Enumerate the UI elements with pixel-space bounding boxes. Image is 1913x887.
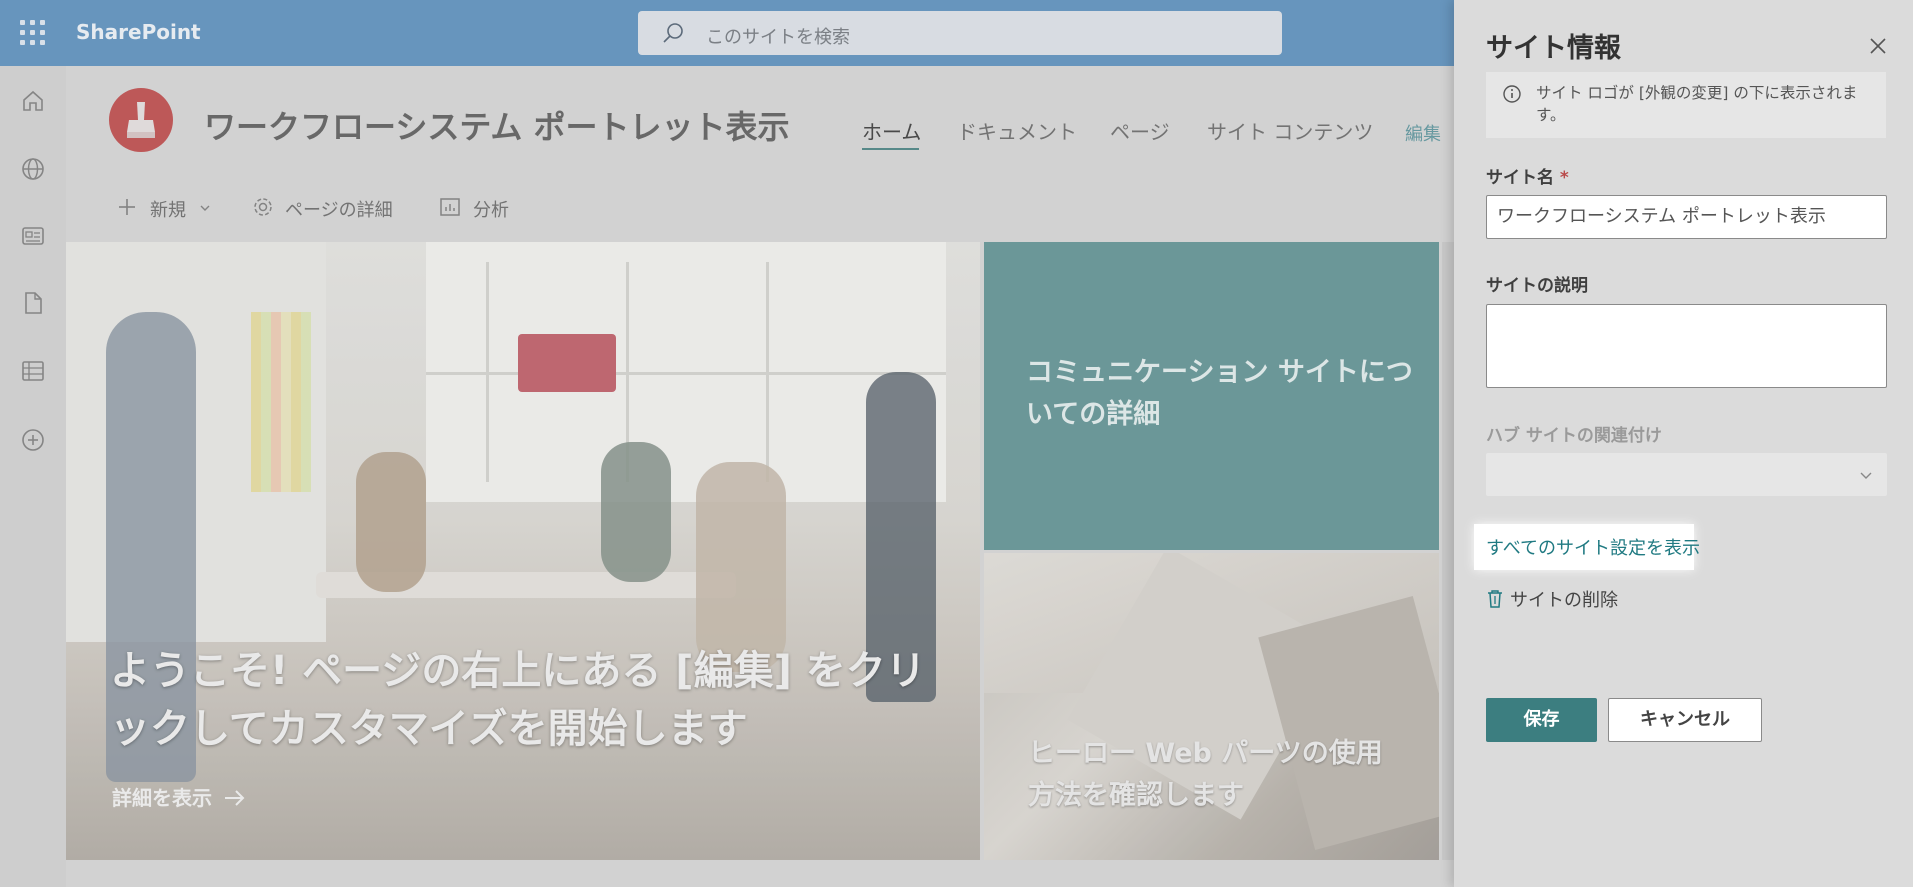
chevron-down-icon[interactable]: [199, 202, 211, 214]
search-input[interactable]: このサイトを検索: [706, 23, 850, 49]
hero-tile-communication-title: コミュニケーション サイトについての詳細: [1026, 357, 1413, 430]
site-logo[interactable]: [109, 88, 173, 152]
arrow-right-icon: [224, 790, 245, 806]
all-settings-highlight: すべてのサイト設定を表示: [1474, 524, 1700, 570]
site-info-panel: サイト情報 サイト ロゴが [外観の変更] の下に表示されます。 サイト名 * …: [1454, 0, 1913, 887]
save-button[interactable]: 保存: [1486, 698, 1597, 742]
site-name-label: サイト名 *: [1486, 163, 1569, 188]
view-all-site-settings-link[interactable]: すべてのサイト設定を表示: [1486, 534, 1700, 560]
search-box[interactable]: このサイトを検索: [638, 11, 1282, 55]
add-circle-icon[interactable]: [20, 427, 46, 453]
site-title[interactable]: ワークフローシステム ポートレット表示: [204, 102, 790, 148]
hero-tile-edge: [1442, 242, 1454, 860]
nav-edit[interactable]: 編集: [1405, 120, 1441, 146]
cancel-button[interactable]: キャンセル: [1608, 698, 1762, 742]
new-button[interactable]: 新規: [150, 196, 186, 222]
close-icon[interactable]: [1868, 36, 1888, 56]
info-message-bar: サイト ロゴが [外観の変更] の下に表示されます。: [1486, 72, 1886, 138]
brand-name[interactable]: SharePoint: [76, 20, 201, 44]
hero-main-tile[interactable]: ようこそ! ページの右上にある [編集] をクリックしてカスタマイズを開始します…: [66, 242, 980, 860]
site-description-input[interactable]: [1486, 304, 1887, 388]
search-icon: [663, 23, 683, 43]
home-icon[interactable]: [20, 88, 46, 114]
hero-more-link[interactable]: 詳細を表示: [112, 782, 247, 811]
info-message-text: サイト ロゴが [外観の変更] の下に表示されます。: [1536, 84, 1858, 124]
hub-association-label: ハブ サイトの関連付け: [1486, 426, 1662, 446]
news-icon[interactable]: [20, 223, 46, 249]
trash-icon[interactable]: [1486, 589, 1504, 609]
site-name-label-text: サイト名: [1486, 168, 1554, 188]
list-icon[interactable]: [20, 358, 46, 384]
info-icon: [1503, 85, 1521, 103]
gear-icon: [254, 198, 272, 216]
delete-site-button[interactable]: サイトの削除: [1510, 586, 1618, 612]
nav-home[interactable]: ホーム: [862, 116, 921, 145]
hero-tile-communication[interactable]: コミュニケーション サイトについての詳細: [984, 242, 1439, 550]
nav-documents[interactable]: ドキュメント: [957, 116, 1077, 145]
app-bar: [0, 66, 66, 887]
hero-tile-webparts[interactable]: ヒーロー Web パーツの使用方法を確認します: [984, 553, 1439, 860]
lamp: [518, 334, 616, 392]
nav-home-underline: [862, 148, 919, 150]
site-name-input[interactable]: ワークフローシステム ポートレット表示: [1486, 195, 1887, 239]
site-description-label: サイトの説明: [1486, 276, 1588, 296]
hero-tile-webparts-title: ヒーロー Web パーツの使用方法を確認します: [1028, 738, 1383, 811]
file-icon[interactable]: [20, 290, 46, 316]
chevron-down-icon: [1860, 472, 1872, 479]
hub-association-dropdown[interactable]: [1486, 453, 1887, 496]
nav-pages[interactable]: ページ: [1110, 116, 1170, 145]
page-details-button[interactable]: ページの詳細: [285, 196, 393, 222]
chart-icon: [440, 198, 460, 216]
broom-icon: [127, 102, 155, 138]
plus-icon: [119, 199, 135, 215]
analytics-button[interactable]: 分析: [473, 196, 509, 222]
required-mark: *: [1559, 168, 1569, 188]
globe-icon[interactable]: [20, 156, 46, 182]
hero-more-label[interactable]: 詳細を表示: [112, 786, 212, 810]
waffle-icon[interactable]: [20, 20, 46, 46]
panel-title: サイト情報: [1486, 33, 1621, 64]
hero-main-title: ようこそ! ページの右上にある [編集] をクリックしてカスタマイズを開始します: [110, 648, 926, 752]
nav-site-contents[interactable]: サイト コンテンツ: [1207, 116, 1373, 145]
